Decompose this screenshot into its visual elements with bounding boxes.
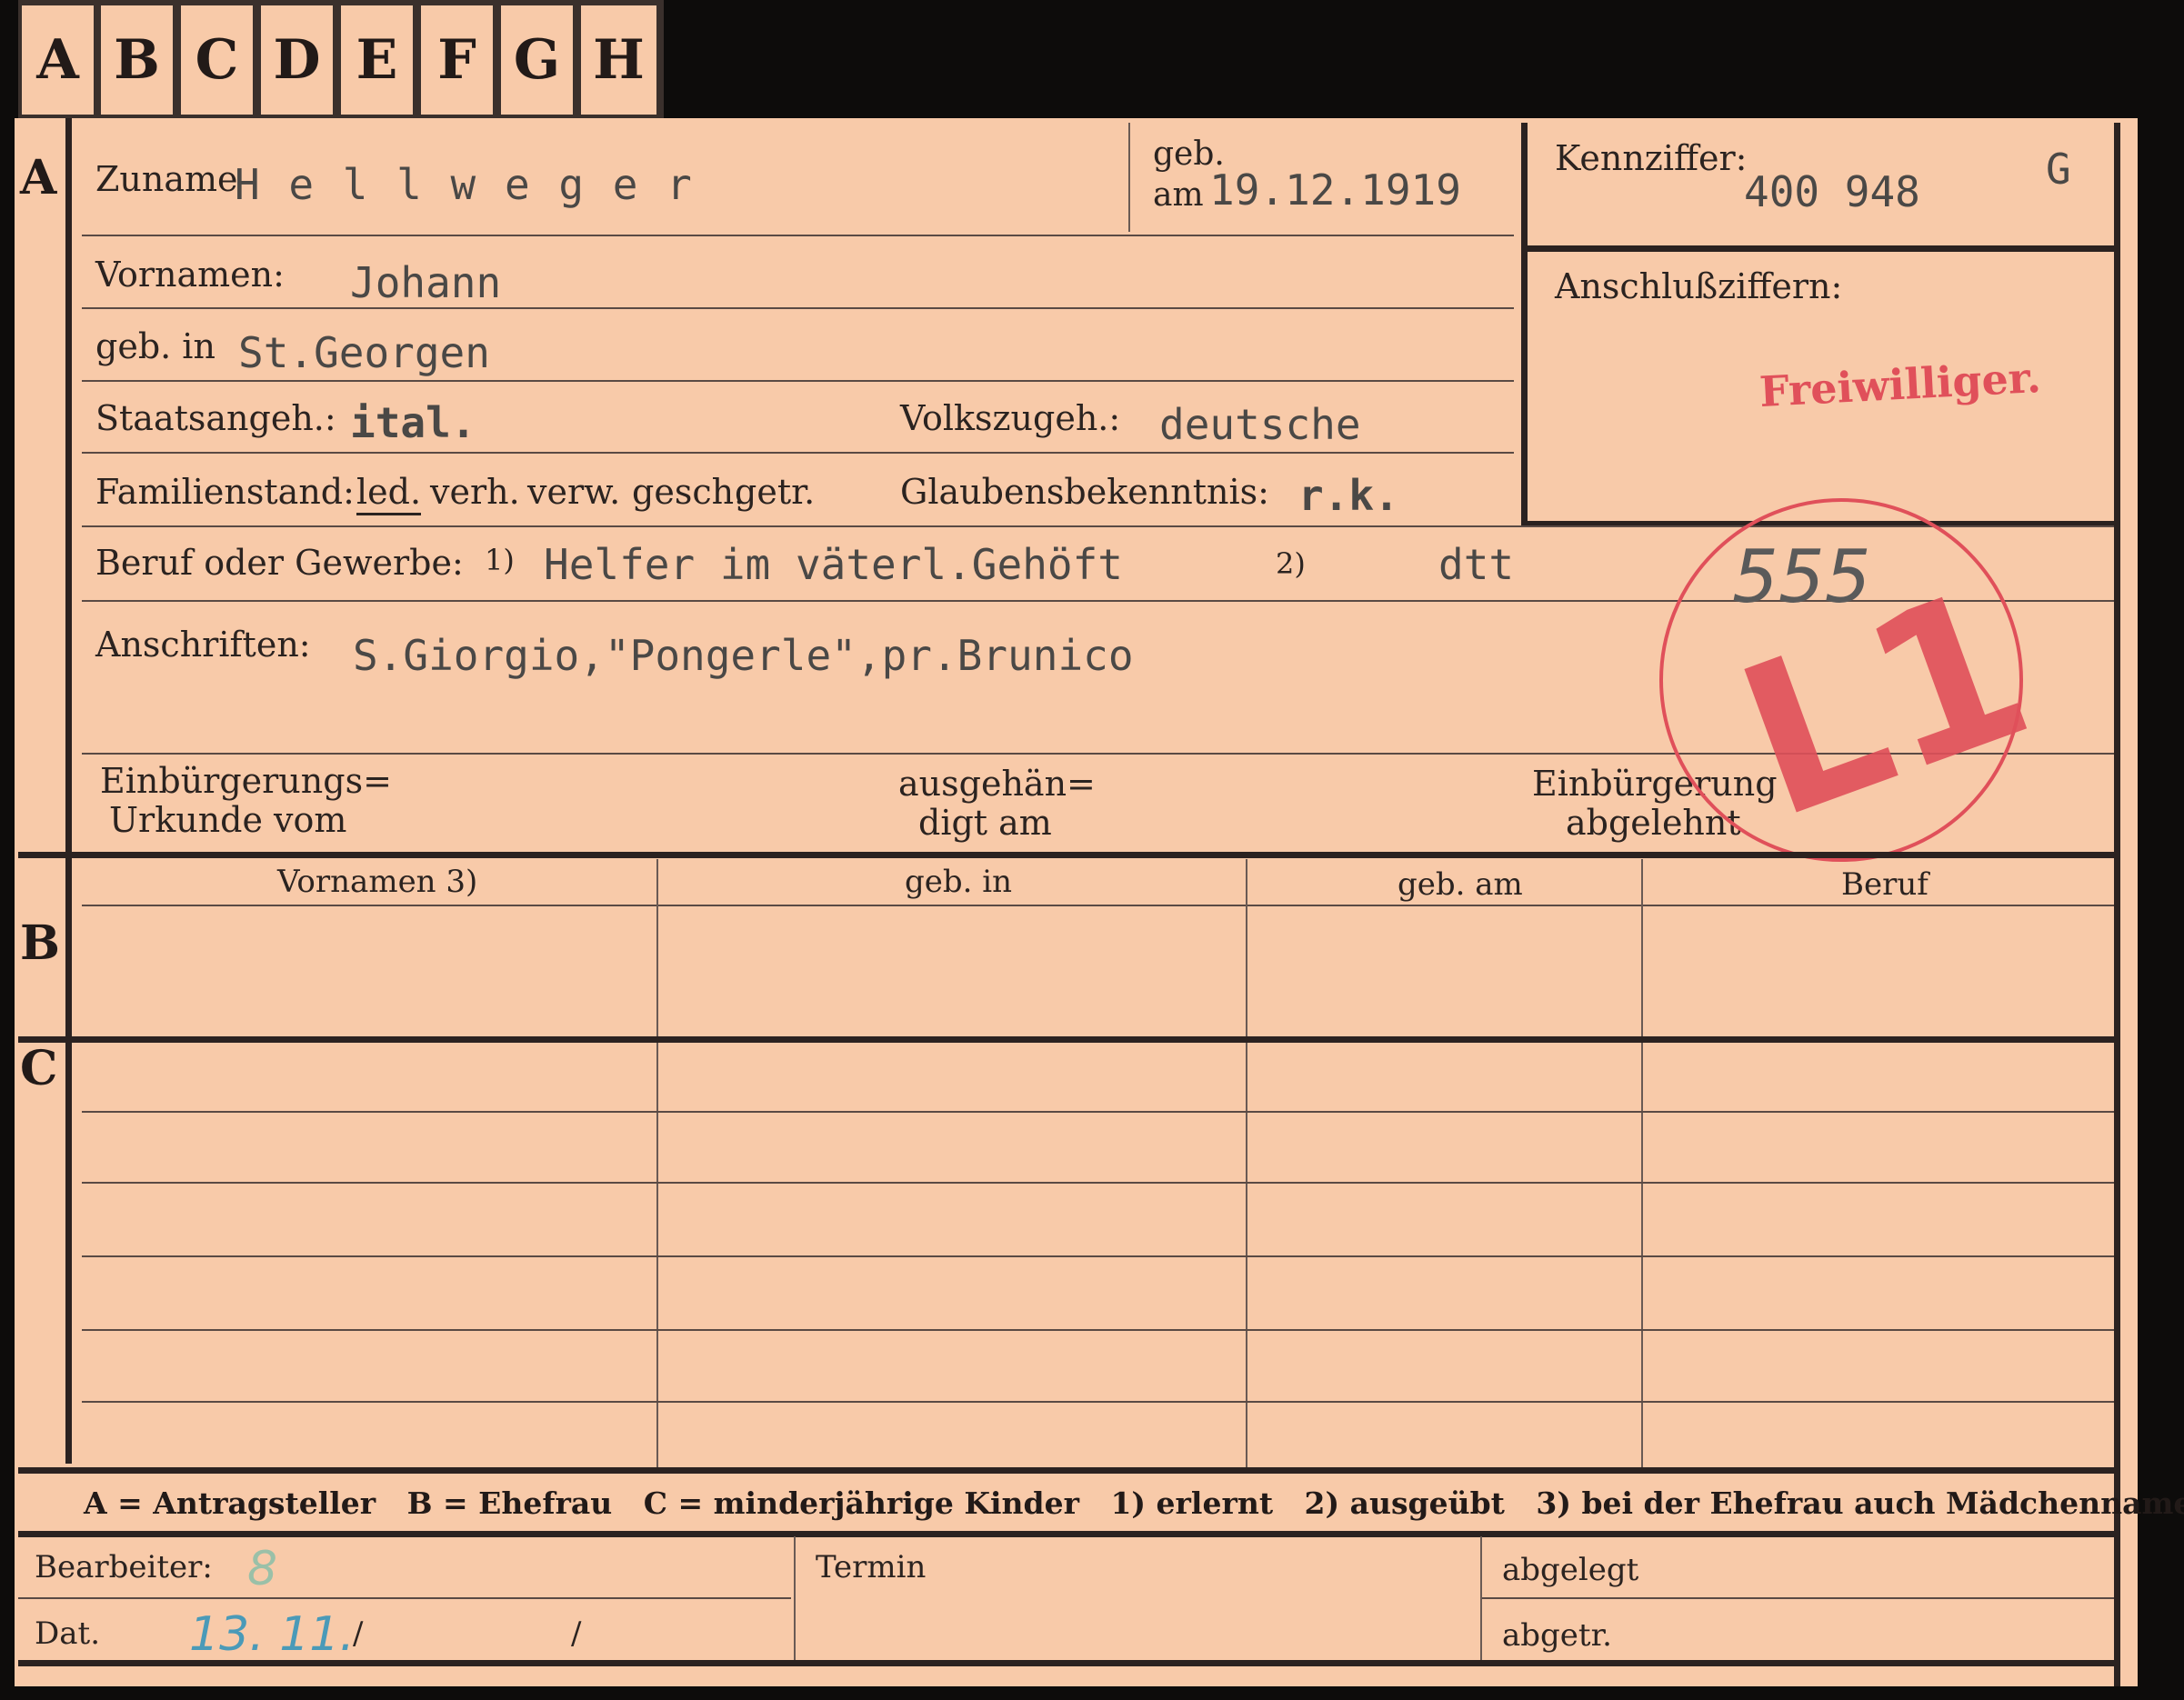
geb-label-2: am xyxy=(1153,176,1204,214)
volkszugeh-value: deutsche xyxy=(1159,400,1361,449)
geb-in-value: St.Georgen xyxy=(238,328,490,377)
footer-divider-2 xyxy=(1480,1536,1482,1664)
familienstand-option-getr: getr. xyxy=(735,472,816,512)
footer-line-right xyxy=(1482,1597,2114,1599)
zuname-value: H e l l w e g e r xyxy=(235,160,694,209)
geb-in-label: geb. in xyxy=(95,326,215,366)
vornamen-value: Johann xyxy=(350,258,502,307)
legend-top xyxy=(18,1467,2119,1474)
ausgehaendigt-label-1: ausgehän= xyxy=(898,764,1096,804)
section-a-bottom xyxy=(18,852,2119,858)
table-row-line-3 xyxy=(82,1255,2114,1257)
right-box-divider xyxy=(1521,245,2117,252)
einbuergerung-urkunde-label-2: Urkunde vom xyxy=(109,800,347,840)
anschriften-label: Anschriften: xyxy=(95,625,311,665)
geb-am-value: 19.12.1919 xyxy=(1209,165,1461,215)
tab-e[interactable]: E xyxy=(341,5,416,115)
tab-b[interactable]: B xyxy=(101,5,175,115)
table-header-line xyxy=(82,905,2114,906)
termin-label: Termin xyxy=(816,1549,927,1585)
table-row-line-1 xyxy=(82,1111,2114,1113)
tab-f[interactable]: F xyxy=(421,5,496,115)
legend-text: A = Antragsteller B = Ehefrau C = minder… xyxy=(84,1485,2184,1521)
dat-value: 13. 11. xyxy=(189,1607,355,1662)
row-line-1 xyxy=(82,235,1514,236)
section-label-c: C xyxy=(20,1041,58,1096)
row-line-2 xyxy=(82,307,1514,309)
table-col-line-1 xyxy=(656,859,658,1468)
beruf-footnote-1: 1) xyxy=(485,543,515,577)
row-line-4 xyxy=(82,452,1514,454)
einbuergerung-urkunde-label-1: Einbürgerungs= xyxy=(100,761,392,801)
volkszugeh-label: Volkszugeh.: xyxy=(900,398,1121,438)
table-col-line-2 xyxy=(1246,859,1247,1468)
right-box-border-left xyxy=(1521,123,1528,527)
letter-tab-strip: A B C D E F G H xyxy=(18,0,664,118)
table-header-geb-am: geb. am xyxy=(1398,866,1523,903)
abgetr-label: abgetr. xyxy=(1502,1617,1612,1654)
dat-separator-2: / xyxy=(571,1615,582,1652)
beruf-label: Beruf oder Gewerbe: xyxy=(95,543,464,583)
table-header-beruf: Beruf xyxy=(1841,866,1929,903)
staatsangeh-label: Staatsangeh.: xyxy=(95,398,336,438)
kennziffer-value: 400 948 xyxy=(1744,167,1920,216)
glaubens-label: Glaubensbekenntnis: xyxy=(900,472,1269,512)
zuname-label: Zuname xyxy=(95,159,238,199)
table-row-line-2 xyxy=(82,1182,2114,1184)
section-label-a: A xyxy=(20,150,57,205)
bearbeiter-value: 8 xyxy=(247,1542,278,1596)
dat-separator-1: / xyxy=(353,1615,364,1652)
tab-d[interactable]: D xyxy=(261,5,336,115)
tab-a[interactable]: A xyxy=(22,5,96,115)
table-header-geb-in: geb. in xyxy=(905,864,1013,900)
familienstand-label: Familienstand: xyxy=(95,472,355,512)
table-row-line-4 xyxy=(82,1329,2114,1331)
tab-c[interactable]: C xyxy=(181,5,255,115)
anschluss-label: Anschlußziffern: xyxy=(1555,266,1843,306)
zuname-geb-divider xyxy=(1128,123,1130,232)
glaubens-value: r.k. xyxy=(1298,471,1399,520)
table-header-vornamen: Vornamen 3) xyxy=(277,864,478,900)
familienstand-option-verh: verh. xyxy=(430,472,520,512)
legend-bottom xyxy=(18,1531,2119,1537)
staatsangeh-value: ital. xyxy=(350,398,476,447)
bearbeiter-label: Bearbeiter: xyxy=(35,1549,213,1585)
section-label-b: B xyxy=(20,915,60,971)
anschriften-value: S.Giorgio,"Pongerle",pr.Brunico xyxy=(353,631,1134,680)
kennziffer-label: Kennziffer: xyxy=(1555,138,1748,178)
beruf-footnote-2: 2) xyxy=(1276,546,1306,581)
familienstand-option-led: led. xyxy=(356,475,422,515)
footer-line-left xyxy=(18,1597,791,1599)
vornamen-label: Vornamen: xyxy=(95,255,285,295)
section-b-bottom xyxy=(18,1036,2119,1043)
abgelegt-label: abgelegt xyxy=(1502,1552,1639,1588)
beruf-value-2: dtt xyxy=(1438,540,1515,589)
tab-h[interactable]: H xyxy=(581,5,659,115)
table-col-line-3 xyxy=(1641,859,1643,1468)
tab-g[interactable]: G xyxy=(501,5,576,115)
table-row-line-5 xyxy=(82,1401,2114,1403)
familienstand-option-verw: verw. xyxy=(527,472,621,512)
footer-divider-1 xyxy=(794,1536,796,1664)
row-line-3 xyxy=(82,380,1514,382)
kennziffer-suffix: G xyxy=(2046,145,2071,194)
dat-label: Dat. xyxy=(35,1615,101,1652)
card-bottom xyxy=(18,1660,2119,1666)
beruf-value: Helfer im väterl.Gehöft xyxy=(544,540,1123,589)
right-box-border-right xyxy=(2114,123,2120,1686)
ausgehaendigt-label-2: digt am xyxy=(918,803,1052,843)
section-border-left xyxy=(65,118,72,1464)
familienstand-option-gesch: gesch. xyxy=(632,472,746,512)
